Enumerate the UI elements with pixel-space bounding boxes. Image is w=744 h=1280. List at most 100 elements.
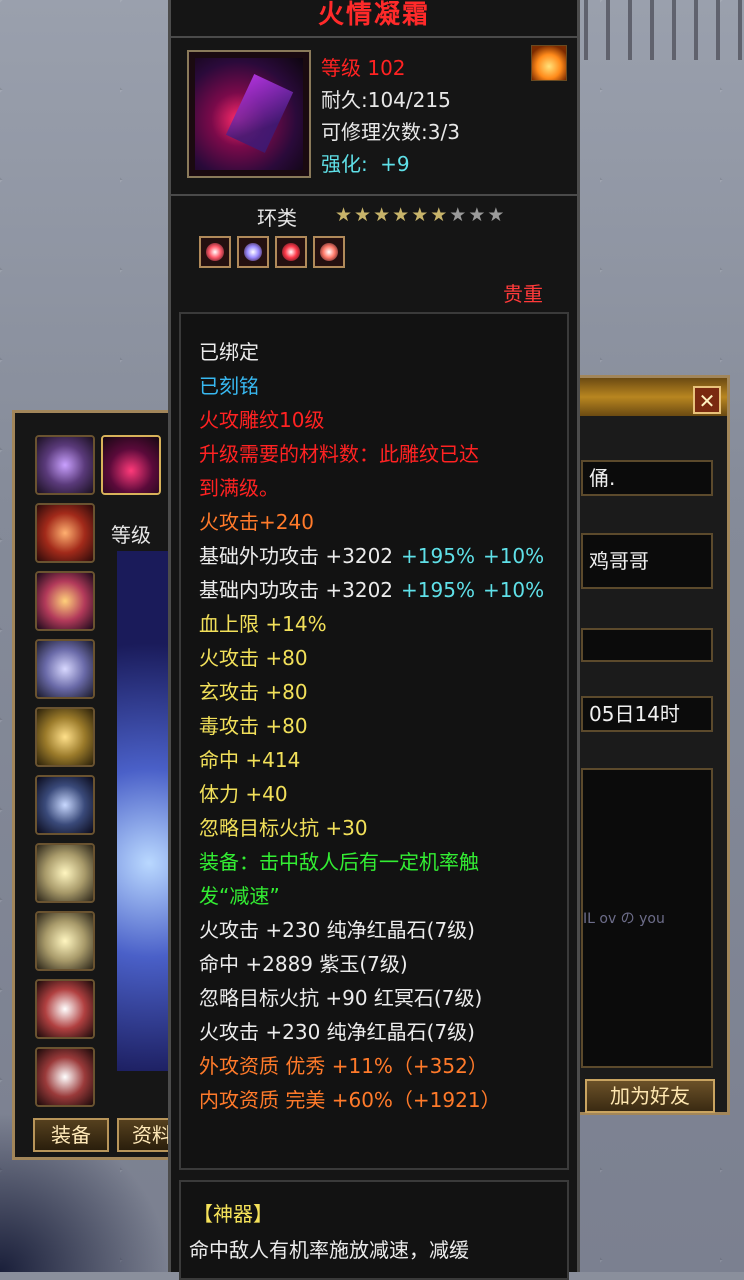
attribute-line: 命中 +414: [199, 744, 300, 773]
bracer-icon: [37, 573, 93, 629]
item-tooltip: 火情凝霜 等级 102 耐久:104/215 可修理次数:3/3 强化: +9 …: [168, 0, 580, 1280]
star-icon: ★: [335, 204, 355, 226]
attribute-bonus-percent: +195%: [401, 578, 475, 602]
info-field-name: 鸡哥哥: [581, 533, 713, 589]
attribute-text: 内攻资质 完美 +60%（+1921）: [199, 1088, 501, 1112]
divider: [171, 194, 577, 196]
gem-socket-icon: [237, 236, 269, 268]
attribute-line: 内攻资质 完美 +60%（+1921）: [199, 1084, 501, 1113]
pendant-icon: [37, 1049, 93, 1105]
star-icon: ★: [392, 204, 412, 226]
attribute-text: 忽略目标火抗 +30: [199, 816, 368, 840]
item-name: 火情凝霜: [317, 0, 430, 30]
attribute-text: 已绑定: [199, 340, 259, 364]
attribute-line: 火攻雕纹10级: [199, 404, 324, 433]
gloves-icon: [37, 641, 93, 697]
attribute-text: 已刻铭: [199, 374, 259, 398]
attribute-line: 基础外功攻击 +3202 +195% +10%: [199, 540, 544, 569]
add-friend-button[interactable]: 加为好友: [585, 1079, 715, 1113]
slot-bracer[interactable]: [35, 571, 95, 631]
artifact-title: 【神器】: [193, 1202, 273, 1226]
slot-boots[interactable]: [35, 775, 95, 835]
attribute-line: 升级需要的材料数：此雕纹已达: [199, 438, 479, 467]
item-durability: 耐久:104/215: [321, 88, 451, 112]
attributes-panel: 已绑定已刻铭火攻雕纹10级升级需要的材料数：此雕纹已达 到满级。火攻击+240 基础…: [179, 312, 569, 1170]
attribute-bonus-extra: +10%: [482, 578, 545, 602]
slot-pendant-1[interactable]: [35, 979, 95, 1039]
attribute-text: 到满级。: [199, 476, 279, 500]
star-icon: ★: [373, 204, 393, 226]
artifact-panel: [179, 1180, 569, 1280]
star-icon: ★: [411, 204, 431, 226]
item-icon-frame: [187, 50, 311, 178]
attribute-text: 命中 +414: [199, 748, 301, 772]
attribute-line: 毒攻击 +80: [199, 710, 308, 739]
attribute-text: 忽略目标火抗 +90 红冥石(7级): [199, 986, 483, 1010]
item-repairs: 可修理次数:3/3: [321, 120, 460, 144]
gem-socket-icon: [313, 236, 345, 268]
attribute-line: 火攻击 +230 纯净红晶石(7级): [199, 1016, 475, 1045]
divider: [171, 36, 577, 38]
attribute-line: 到满级。: [199, 472, 279, 501]
info-field-1: 俑.: [581, 460, 713, 496]
slot-amulet[interactable]: [35, 435, 95, 495]
star-icon: ★: [487, 204, 507, 226]
boots-icon: [37, 777, 93, 833]
slot-belt[interactable]: [35, 707, 95, 767]
info-field-3: [581, 628, 713, 662]
slot-scroll[interactable]: [35, 503, 95, 563]
star-icon: ★: [430, 204, 450, 226]
ring-icon: [37, 845, 93, 901]
scroll-icon: [37, 505, 93, 561]
flame-icon: [531, 45, 567, 81]
attribute-text: 发“减速”: [199, 884, 280, 908]
attribute-line: 基础内功攻击 +3202 +195% +10%: [199, 574, 544, 603]
attribute-text: 火攻击 +230 纯净红晶石(7级): [199, 1020, 475, 1044]
artifact-description: 命中敌人有机率施放减速，减缓: [189, 1238, 469, 1262]
slot-gloves[interactable]: [35, 639, 95, 699]
attribute-bonus-percent: +195%: [401, 544, 475, 568]
attribute-text: 基础外功攻击 +3202: [199, 544, 394, 568]
equipment-window: 等级 装备 资料: [12, 410, 187, 1160]
slot-ring-selected[interactable]: [101, 435, 161, 495]
attribute-line: 火攻击 +80: [199, 642, 308, 671]
rarity-label: 贵重: [503, 282, 543, 306]
attribute-line: 已刻铭: [199, 370, 259, 399]
item-enhance: 强化: +9: [321, 148, 410, 177]
slot-pendant-2[interactable]: [35, 1047, 95, 1107]
item-level: 等级 102: [321, 56, 406, 80]
star-rating: ★★★★★★★★★: [335, 204, 506, 226]
attribute-text: 玄攻击 +80: [199, 680, 308, 704]
attribute-line: 火攻击 +230 纯净红晶石(7级): [199, 914, 475, 943]
ring-weapon-icon: [195, 58, 303, 170]
attribute-text: 命中 +2889 紫玉(7级): [199, 952, 408, 976]
attribute-line: 忽略目标火抗 +90 红冥石(7级): [199, 982, 482, 1011]
enhance-value: +9: [380, 152, 410, 176]
attribute-text: 血上限 +14%: [199, 612, 327, 636]
attribute-line: 玄攻击 +80: [199, 676, 308, 705]
enhance-label: 强化:: [321, 152, 368, 176]
attribute-text: 火攻击 +80: [199, 646, 308, 670]
attribute-text: 升级需要的材料数：此雕纹已达: [199, 442, 479, 466]
attribute-text: 外攻资质 优秀 +11%（+352）: [199, 1054, 488, 1078]
attribute-line: 火攻击+240: [199, 506, 314, 535]
attribute-text: 火攻击+240: [199, 510, 314, 534]
attribute-line: 已绑定: [199, 336, 259, 365]
slot-ring-2[interactable]: [35, 911, 95, 971]
amulet-icon: [37, 437, 93, 493]
star-icon: ★: [449, 204, 469, 226]
tab-equipment[interactable]: 装备: [33, 1118, 109, 1152]
ring-icon: [37, 913, 93, 969]
ring-weapon-icon: [103, 437, 159, 493]
attribute-text: 毒攻击 +80: [199, 714, 308, 738]
attribute-text: 体力 +40: [199, 782, 288, 806]
pendant-icon: [37, 981, 93, 1037]
attribute-line: 体力 +40: [199, 778, 288, 807]
gem-socket-icon: [275, 236, 307, 268]
close-icon[interactable]: ✕: [693, 386, 721, 414]
belt-icon: [37, 709, 93, 765]
attribute-text: 火攻击 +230 纯净红晶石(7级): [199, 918, 475, 942]
slot-ring-1[interactable]: [35, 843, 95, 903]
star-icon: ★: [354, 204, 374, 226]
attribute-line: 血上限 +14%: [199, 608, 327, 637]
